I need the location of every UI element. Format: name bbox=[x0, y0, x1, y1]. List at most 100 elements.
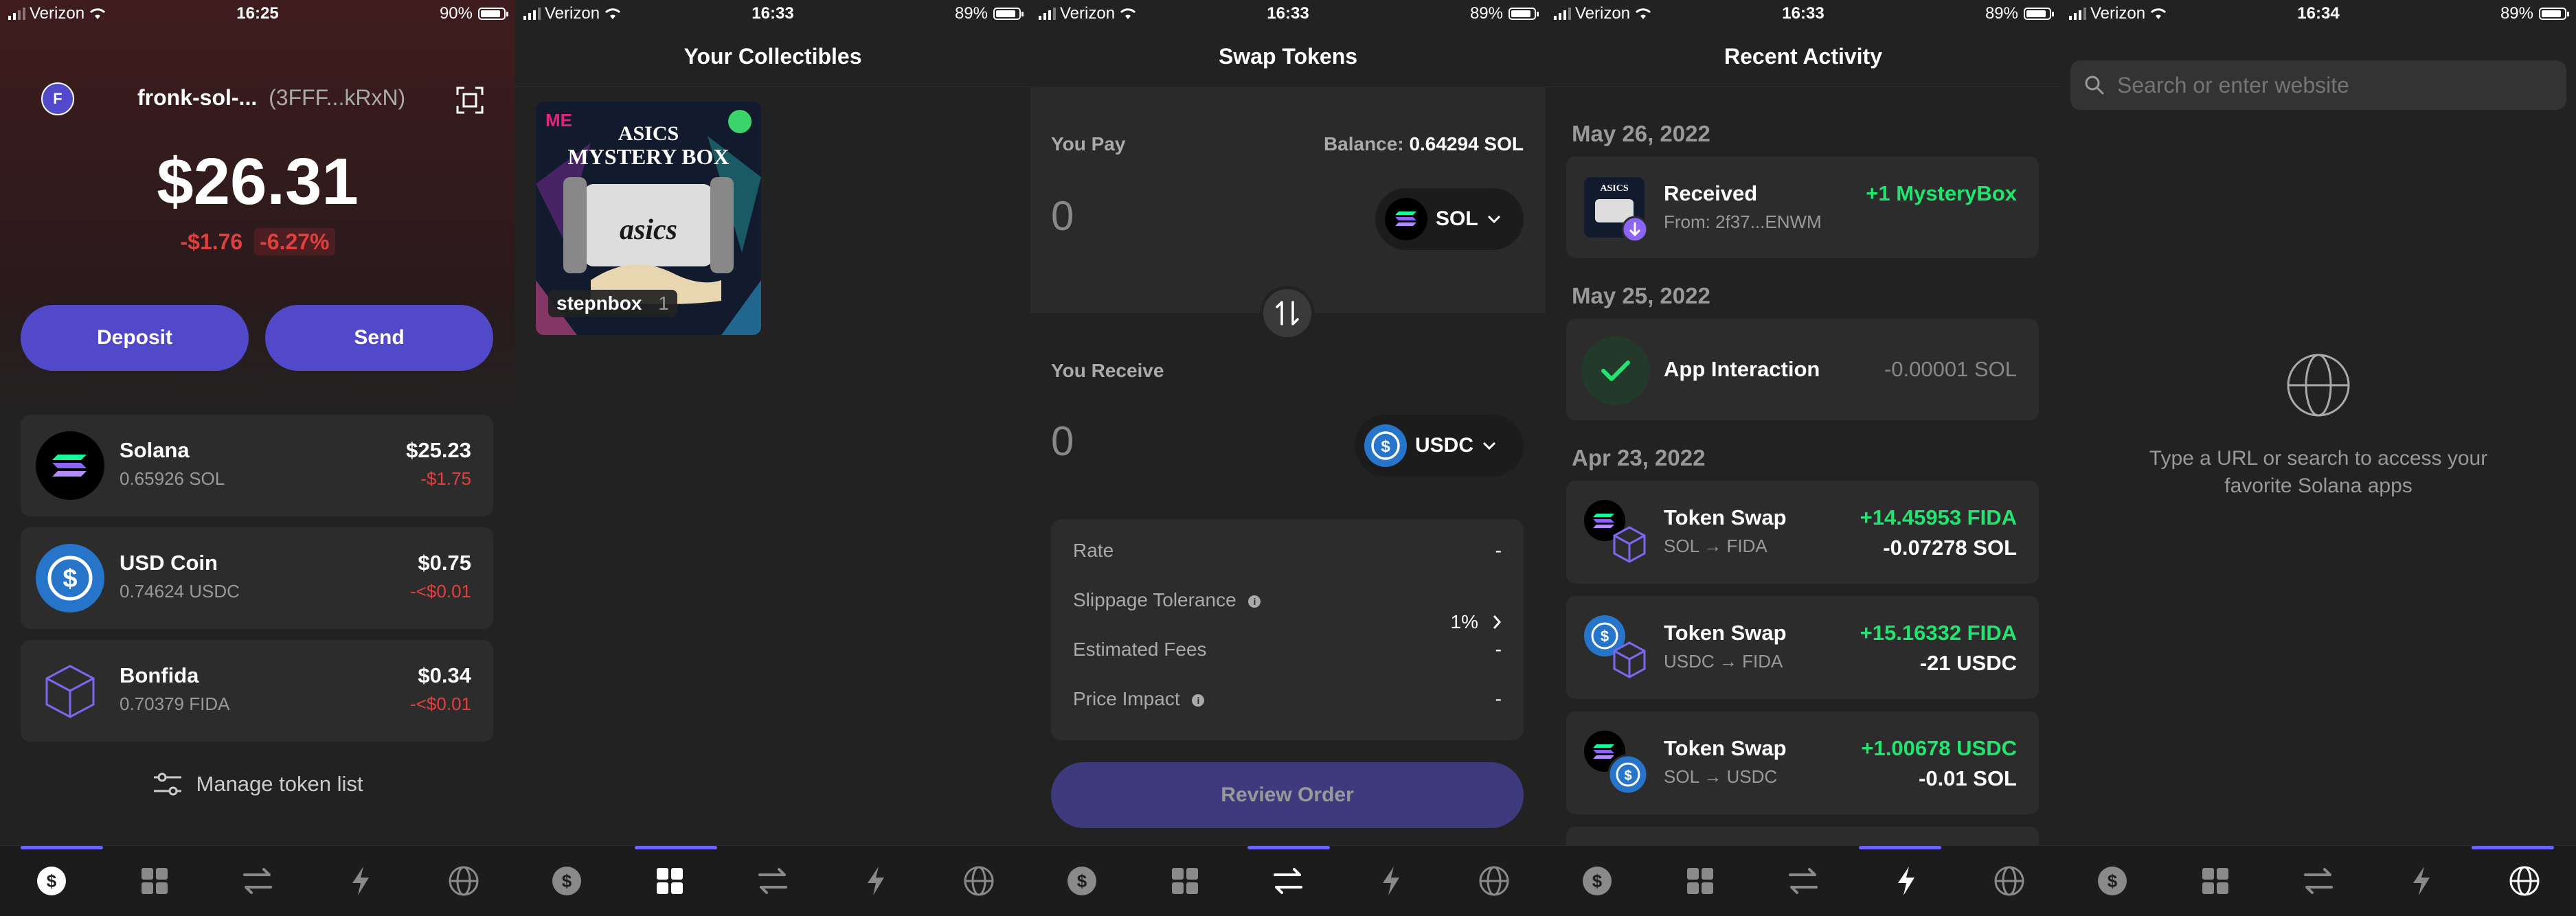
token-row-solana[interactable]: Solana 0.65926 SOL $25.23 -$1.75 bbox=[21, 415, 493, 516]
rate-value: - bbox=[1495, 540, 1502, 561]
deposit-button[interactable]: Deposit bbox=[21, 305, 249, 371]
activity-item[interactable]: ASICS Received From: 2f37...ENWM +1 Myst… bbox=[1566, 157, 2039, 258]
svg-text:ASICS: ASICS bbox=[1600, 183, 1628, 194]
status-bar: Verizon 16:33 89% bbox=[1546, 0, 2061, 27]
activity-amount-in: +1.00678 USDC bbox=[1861, 736, 2017, 760]
info-icon: i bbox=[1248, 595, 1261, 608]
tab-browser[interactable] bbox=[1989, 860, 2030, 902]
account-address: (3FFF...kRxN) bbox=[269, 85, 406, 110]
tab-collectibles[interactable] bbox=[1164, 860, 1206, 902]
tab-swap[interactable] bbox=[752, 860, 793, 902]
tab-swap[interactable] bbox=[237, 860, 278, 902]
battery-icon bbox=[478, 8, 508, 20]
flip-swap-button[interactable] bbox=[1260, 286, 1315, 341]
browser-screen: Verizon 16:34 89% Type a URL or search t… bbox=[2061, 0, 2576, 916]
rate-row: Rate - bbox=[1073, 540, 1502, 562]
lightning-icon bbox=[1898, 867, 1914, 895]
change-percent: -6.27% bbox=[254, 228, 335, 255]
avatar[interactable]: F bbox=[41, 82, 74, 115]
tab-activity[interactable] bbox=[1886, 860, 1927, 902]
slippage-row[interactable]: Slippage Tolerance i 1% bbox=[1073, 589, 1502, 632]
dollar-icon: $ bbox=[2098, 867, 2127, 895]
you-pay-label: You Pay bbox=[1051, 133, 1126, 154]
receive-token-selector[interactable]: $ USDC bbox=[1355, 415, 1524, 477]
tab-wallet[interactable]: $ bbox=[1577, 860, 1618, 902]
tab-browser[interactable] bbox=[1473, 860, 1515, 902]
battery-icon bbox=[993, 8, 1024, 20]
tab-activity[interactable] bbox=[1370, 860, 1412, 902]
activity-item[interactable]: Token Swap SOL → FIDA +14.45953 FIDA -0.… bbox=[1566, 481, 2039, 584]
tab-wallet[interactable]: $ bbox=[31, 860, 72, 902]
status-bar: Verizon 16:33 89% bbox=[1030, 0, 1546, 27]
activity-title: Token Swap bbox=[1664, 621, 1787, 645]
tab-bar: $ bbox=[1030, 845, 1546, 916]
activity-item[interactable]: $ Token Swap SOL → USDC +1.00678 USDC -0… bbox=[1566, 711, 2039, 814]
search-bar[interactable] bbox=[2070, 60, 2566, 110]
activity-subtitle: SOL → FIDA bbox=[1664, 536, 1767, 556]
token-row-usdc[interactable]: $ USD Coin 0.74624 USDC $0.75 -<$0.01 bbox=[21, 527, 493, 629]
swap-details-card: Rate - Slippage Tolerance i 1% Estimated… bbox=[1051, 519, 1524, 740]
pay-token-symbol: SOL bbox=[1436, 207, 1478, 230]
collectible-card[interactable]: asics ME ASICS MYSTERY BOX stepnbox 1 bbox=[536, 102, 761, 335]
tab-browser[interactable] bbox=[443, 860, 484, 902]
review-order-label: Review Order bbox=[1221, 783, 1354, 806]
globe-icon bbox=[449, 866, 479, 896]
tab-swap[interactable] bbox=[1267, 860, 1309, 902]
token-usd: $25.23 bbox=[406, 438, 471, 462]
activity-amount-in: +14.45953 FIDA bbox=[1860, 505, 2017, 529]
review-order-button[interactable]: Review Order bbox=[1051, 762, 1524, 828]
qr-scan-icon[interactable] bbox=[456, 87, 484, 114]
dollar-icon: $ bbox=[37, 867, 66, 895]
usdc-icon: $ bbox=[36, 544, 104, 612]
pay-token-selector[interactable]: SOL bbox=[1375, 188, 1524, 250]
nft-thumbnail-icon: ASICS bbox=[1584, 177, 1649, 243]
tab-collectibles[interactable] bbox=[2195, 860, 2236, 902]
tab-collectibles[interactable] bbox=[1680, 860, 1721, 902]
sol-to-usdc-swap-icon: $ bbox=[1584, 731, 1649, 795]
activity-item[interactable]: $ Token Swap USDC → FIDA +15.16332 FIDA … bbox=[1566, 596, 2039, 699]
empty-state-line-1: Type a URL or search to access your bbox=[2149, 447, 2488, 470]
tab-collectibles[interactable] bbox=[649, 860, 690, 902]
balance-label: Balance: bbox=[1323, 133, 1404, 154]
svg-text:$: $ bbox=[1381, 437, 1390, 456]
activity-title: Token Swap bbox=[1664, 736, 1787, 760]
account-selector[interactable]: fronk-sol-... (3FFF...kRxN) bbox=[137, 85, 405, 111]
battery-icon bbox=[1509, 8, 1539, 20]
swap-arrows-icon bbox=[243, 868, 272, 894]
svg-text:asics: asics bbox=[620, 214, 677, 246]
fees-label: Estimated Fees bbox=[1073, 639, 1207, 660]
send-label: Send bbox=[354, 326, 405, 349]
tab-swap[interactable] bbox=[1783, 860, 1824, 902]
tab-browser[interactable] bbox=[2504, 860, 2545, 902]
pay-amount-input[interactable]: 0 bbox=[1051, 192, 1074, 240]
tab-activity[interactable] bbox=[340, 860, 381, 902]
dollar-icon: $ bbox=[1583, 867, 1612, 895]
swap-arrows-icon bbox=[2304, 868, 2333, 894]
tab-swap[interactable] bbox=[2298, 860, 2339, 902]
date-heading: Apr 23, 2022 bbox=[1572, 445, 1706, 470]
token-name: USD Coin bbox=[120, 551, 218, 575]
svg-text:$: $ bbox=[1077, 871, 1087, 891]
tab-bar: $ bbox=[0, 845, 515, 916]
manage-token-list-button[interactable]: Manage token list bbox=[0, 772, 515, 797]
search-icon bbox=[2085, 76, 2104, 95]
tab-collectibles[interactable] bbox=[134, 860, 175, 902]
activity-item[interactable]: App Interaction -0.00001 SOL bbox=[1566, 319, 2039, 420]
sliders-icon bbox=[153, 772, 181, 796]
tab-wallet[interactable]: $ bbox=[546, 860, 587, 902]
tab-browser[interactable] bbox=[958, 860, 999, 902]
tab-activity[interactable] bbox=[2401, 860, 2442, 902]
status-time: 16:33 bbox=[1267, 4, 1309, 23]
receive-amount-input[interactable]: 0 bbox=[1051, 417, 1074, 465]
token-row-bonfida[interactable]: Bonfida 0.70379 FIDA $0.34 -<$0.01 bbox=[21, 640, 493, 742]
send-button[interactable]: Send bbox=[265, 305, 493, 371]
manage-label: Manage token list bbox=[196, 772, 363, 796]
tab-wallet[interactable]: $ bbox=[2092, 860, 2133, 902]
search-input[interactable] bbox=[2116, 71, 2531, 99]
lightning-icon bbox=[868, 867, 884, 895]
tab-activity[interactable] bbox=[855, 860, 896, 902]
battery-label: 89% bbox=[1469, 4, 1503, 23]
artwork-title-line2: MYSTERY BOX bbox=[567, 144, 730, 169]
tab-wallet[interactable]: $ bbox=[1061, 860, 1103, 902]
globe-icon bbox=[2287, 354, 2350, 417]
